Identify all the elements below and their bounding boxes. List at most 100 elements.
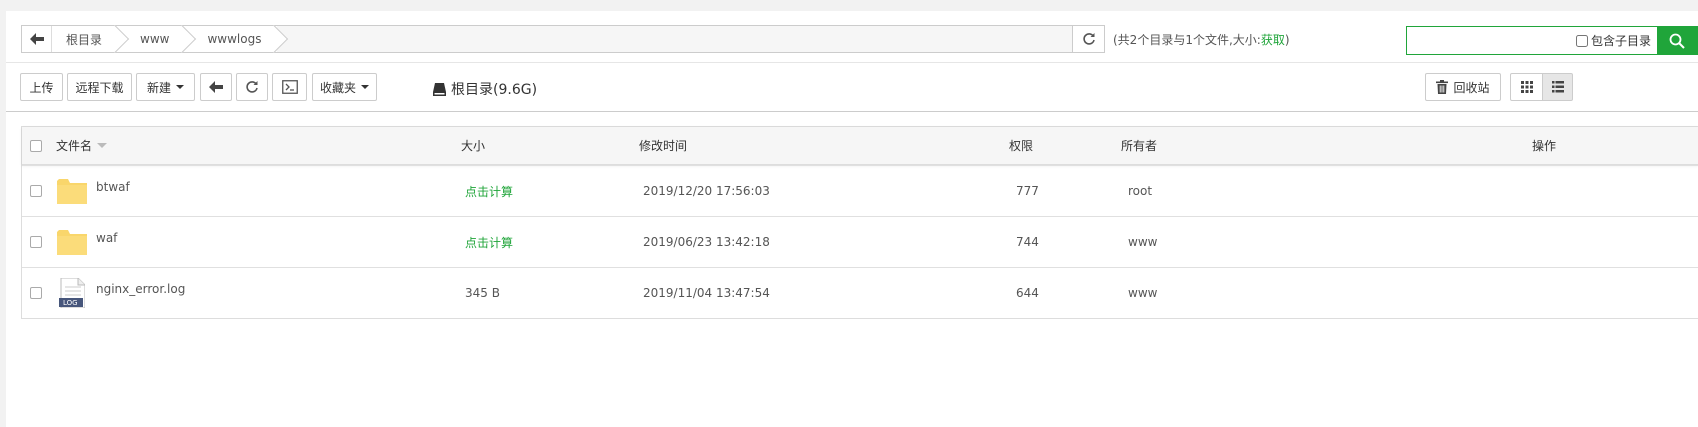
fetch-size-link[interactable]: 获取	[1261, 33, 1285, 47]
mtime-label: 2019/12/20 17:56:03	[643, 184, 770, 198]
owner-label: www	[1128, 286, 1158, 300]
folder-icon[interactable]	[57, 217, 87, 267]
remote-download-button[interactable]: 远程下载	[67, 73, 132, 101]
col-perm-label: 权限	[1009, 139, 1034, 153]
dir-summary: (共2个目录与1个文件,大小:获取)	[1113, 31, 1290, 48]
include-subdir-label: 包含子目录	[1590, 34, 1651, 48]
path-back-button[interactable]	[22, 26, 52, 52]
mtime-cell: 2019/11/04 13:47:54	[643, 268, 770, 318]
path-input-area[interactable]	[277, 26, 1072, 52]
include-subdir-toggle[interactable]: 包含子目录	[1570, 27, 1657, 54]
recycle-label: 回收站	[1453, 80, 1490, 95]
mtime-cell: 2019/06/23 13:42:18	[643, 217, 770, 267]
file-name-link[interactable]: nginx_error.log	[96, 264, 185, 314]
size-label: 点击计算	[465, 235, 514, 250]
size-label: 点击计算	[465, 184, 514, 199]
row-checkbox[interactable]	[30, 166, 42, 216]
breadcrumb-label: www	[140, 32, 170, 46]
file-name-link[interactable]: waf	[96, 213, 117, 263]
favorites-label: 收藏夹	[319, 80, 356, 95]
recycle-bin-button[interactable]: 回收站	[1425, 73, 1501, 101]
row-checkbox[interactable]	[30, 217, 42, 267]
owner-link[interactable]: root	[1128, 166, 1152, 216]
perm-label: 744	[1016, 235, 1039, 249]
select-all-checkbox[interactable]	[30, 127, 42, 164]
refresh-button[interactable]	[236, 73, 268, 101]
terminal-button[interactable]	[272, 73, 307, 101]
divider	[6, 62, 1698, 63]
perm-link[interactable]: 744	[1016, 217, 1039, 267]
breadcrumb-root[interactable]: 根目录	[52, 26, 119, 52]
table-row[interactable]: waf 点击计算 2019/06/23 13:42:18 744 www	[22, 216, 1698, 267]
perm-link[interactable]: 777	[1016, 166, 1039, 216]
arrow-left-icon	[29, 33, 44, 45]
table-row[interactable]: LOG nginx_error.log 345 B 2019/11/04 13:…	[22, 267, 1698, 318]
col-name-header[interactable]: 文件名	[56, 127, 108, 164]
col-name-label: 文件名	[56, 139, 93, 153]
size-cell: 345 B	[465, 268, 500, 318]
refresh-icon	[246, 81, 258, 93]
disk-label: 根目录(9.6G)	[451, 82, 538, 98]
include-subdir-checkbox[interactable]	[1575, 34, 1588, 47]
path-bar: 根目录 www wwwlogs	[21, 25, 1105, 53]
file-name-label: btwaf	[96, 180, 130, 194]
favorites-dropdown-button[interactable]: 收藏夹	[312, 73, 377, 101]
new-dropdown-button[interactable]: 新建	[136, 73, 195, 101]
owner-link[interactable]: www	[1128, 268, 1157, 318]
file-manager: 根目录 www wwwlogs (共2个目录与1个文件,大小:获取) 包含子目录…	[6, 11, 1698, 427]
owner-label: www	[1128, 235, 1158, 249]
grid-view-button[interactable]	[1510, 73, 1543, 101]
search-box: 包含子目录	[1406, 26, 1698, 55]
file-name-label: waf	[96, 231, 118, 245]
caret-down-icon	[361, 85, 369, 89]
search-button[interactable]	[1657, 27, 1697, 54]
upload-label: 上传	[29, 80, 54, 95]
table-row[interactable]: btwaf 点击计算 2019/12/20 17:56:03 777 root	[22, 165, 1698, 216]
col-actions-header: 操作	[1532, 127, 1556, 164]
perm-label: 777	[1016, 184, 1039, 198]
log-icon-text: LOG	[63, 299, 78, 307]
col-owner-header: 所有者	[1121, 127, 1157, 164]
owner-link[interactable]: www	[1128, 217, 1157, 267]
divider	[6, 111, 1698, 112]
col-size-label: 大小	[461, 139, 486, 153]
search-icon	[1669, 33, 1685, 49]
trash-icon	[1436, 80, 1449, 94]
row-checkbox[interactable]	[30, 268, 42, 318]
terminal-icon	[281, 80, 298, 94]
perm-label: 644	[1016, 286, 1039, 300]
log-file-icon[interactable]: LOG	[59, 268, 85, 318]
owner-label: root	[1128, 184, 1153, 198]
upload-button[interactable]: 上传	[20, 73, 63, 101]
perm-link[interactable]: 644	[1016, 268, 1039, 318]
calc-size-link[interactable]: 点击计算	[465, 166, 513, 216]
file-name-link[interactable]: btwaf	[96, 162, 130, 212]
sort-desc-icon	[97, 143, 108, 148]
back-button[interactable]	[200, 73, 232, 101]
search-input[interactable]	[1407, 27, 1570, 54]
col-actions-label: 操作	[1532, 139, 1557, 153]
breadcrumb-label: 根目录	[66, 32, 103, 47]
col-perm-header: 权限	[1009, 127, 1033, 164]
remote-download-label: 远程下载	[75, 80, 124, 95]
summary-text: (共2个目录与1个文件,大小:	[1113, 33, 1261, 47]
arrow-left-icon	[209, 81, 223, 93]
mtime-label: 2019/11/04 13:47:54	[643, 286, 770, 300]
calc-size-link[interactable]: 点击计算	[465, 217, 513, 267]
table-header: 文件名 大小 修改时间 权限 所有者 操作	[22, 127, 1698, 165]
size-label: 345 B	[465, 286, 500, 300]
grid-icon	[1520, 81, 1533, 93]
caret-down-icon	[176, 85, 184, 89]
refresh-icon	[1082, 33, 1095, 45]
mtime-cell: 2019/12/20 17:56:03	[643, 166, 770, 216]
breadcrumb-wwwlogs[interactable]: wwwlogs	[185, 26, 278, 52]
path-refresh-button[interactable]	[1072, 26, 1104, 52]
summary-close: )	[1284, 33, 1290, 47]
list-view-button[interactable]	[1542, 73, 1573, 101]
col-mtime-label: 修改时间	[639, 139, 688, 153]
folder-icon[interactable]	[57, 166, 87, 216]
breadcrumb-label: wwwlogs	[207, 32, 262, 46]
disk-info: 根目录(9.6G)	[433, 79, 537, 99]
col-owner-label: 所有者	[1121, 139, 1158, 153]
mtime-label: 2019/06/23 13:42:18	[643, 235, 770, 249]
